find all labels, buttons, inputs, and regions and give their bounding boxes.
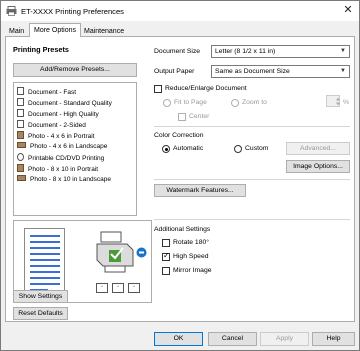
custom-label: Custom — [245, 145, 269, 152]
fit-to-page-radio[interactable] — [163, 99, 171, 107]
document-size-select[interactable]: Letter (8 1/2 x 11 in) ▼ — [211, 45, 350, 58]
mirror-image-label: Mirror Image — [173, 267, 212, 274]
custom-radio[interactable] — [234, 145, 242, 153]
layout-icon: ▫ — [128, 283, 140, 293]
title-bar: ET-XXXX Printing Preferences ✕ — [1, 1, 359, 21]
watermark-features-button[interactable]: Watermark Features... — [154, 184, 246, 197]
tab-more-options[interactable]: More Options — [29, 23, 82, 37]
presets-list[interactable]: Document - Fast Document - Standard Qual… — [13, 82, 137, 216]
ok-button[interactable]: OK — [154, 332, 203, 346]
reduce-enlarge-label: Reduce/Enlarge Document — [165, 85, 247, 92]
center-label: Center — [189, 113, 210, 120]
reduce-enlarge-checkbox[interactable] — [154, 85, 162, 93]
window-title: ET-XXXX Printing Preferences — [21, 7, 124, 16]
list-item[interactable]: Document - Standard Quality — [17, 98, 112, 108]
cd-dvd-icon — [17, 153, 24, 161]
chevron-down-icon: ▼ — [340, 68, 346, 74]
paper-preview — [24, 228, 65, 297]
center-checkbox[interactable] — [178, 113, 186, 121]
percent-label: % — [343, 99, 350, 106]
layout-icon: ▫ — [96, 283, 108, 293]
document-icon — [17, 98, 24, 106]
list-item[interactable]: Photo - 4 x 6 in Portrait — [17, 131, 94, 141]
cancel-button[interactable]: Cancel — [208, 332, 257, 346]
divider — [154, 126, 350, 127]
list-item[interactable]: Document - Fast — [17, 87, 76, 97]
spin-arrows-icon — [336, 97, 340, 106]
list-item[interactable]: Photo - 4 x 6 in Landscape — [17, 142, 107, 152]
output-paper-label: Output Paper — [154, 68, 195, 75]
reset-defaults-button[interactable]: Reset Defaults — [13, 307, 68, 320]
checkmark-icon: ✓ — [163, 251, 170, 260]
list-item[interactable]: Printable CD/DVD Printing — [17, 153, 104, 163]
help-button[interactable]: Help — [312, 332, 355, 346]
chevron-down-icon: ▼ — [340, 48, 346, 54]
high-speed-label: High Speed — [173, 253, 209, 260]
zoom-to-radio[interactable] — [231, 99, 239, 107]
rotate-180-checkbox[interactable] — [162, 239, 170, 247]
printer-illustration-icon — [96, 231, 134, 273]
photo-portrait-icon — [17, 131, 24, 139]
output-paper-select[interactable]: Same as Document Size ▼ — [211, 65, 350, 78]
automatic-label: Automatic — [173, 145, 204, 152]
document-size-label: Document Size — [154, 48, 201, 55]
photo-landscape-icon — [17, 175, 26, 181]
zoom-to-label: Zoom to — [242, 99, 267, 106]
list-item[interactable]: Document - 2-Sided — [17, 120, 86, 130]
tab-panel: Printing Presets Add/Remove Presets... D… — [5, 36, 355, 322]
presets-title: Printing Presets — [13, 45, 69, 54]
mirror-image-checkbox[interactable] — [162, 267, 170, 275]
ink-status-icon — [136, 247, 147, 258]
layout-icon: ▫ — [112, 283, 124, 293]
printer-icon — [6, 6, 17, 16]
fit-to-page-label: Fit to Page — [174, 99, 207, 106]
automatic-radio[interactable] — [162, 145, 170, 153]
divider — [154, 179, 350, 180]
close-button[interactable]: ✕ — [341, 4, 355, 18]
color-correction-title: Color Correction — [154, 132, 204, 139]
divider — [154, 219, 350, 220]
add-remove-presets-button[interactable]: Add/Remove Presets... — [13, 63, 137, 77]
photo-landscape-icon — [17, 142, 26, 148]
apply-button[interactable]: Apply — [260, 332, 309, 346]
high-speed-checkbox[interactable]: ✓ — [162, 251, 170, 261]
list-item[interactable]: Document - High Quality — [17, 109, 99, 119]
zoom-percent-input[interactable] — [326, 95, 340, 107]
image-options-button[interactable]: Image Options... — [286, 160, 350, 173]
printing-preferences-window: ET-XXXX Printing Preferences ✕ Main More… — [0, 0, 360, 351]
additional-settings-title: Additional Settings — [154, 226, 211, 233]
document-icon — [17, 109, 24, 117]
show-settings-button[interactable]: Show Settings — [13, 290, 68, 303]
photo-portrait-icon — [17, 164, 24, 172]
document-icon — [17, 120, 24, 128]
rotate-180-label: Rotate 180° — [173, 239, 209, 246]
list-item[interactable]: Photo - 8 x 10 in Portrait — [17, 164, 98, 174]
list-item[interactable]: Photo - 8 x 10 in Landscape — [17, 175, 111, 185]
document-icon — [17, 87, 24, 95]
advanced-button[interactable]: Advanced... — [286, 142, 350, 155]
